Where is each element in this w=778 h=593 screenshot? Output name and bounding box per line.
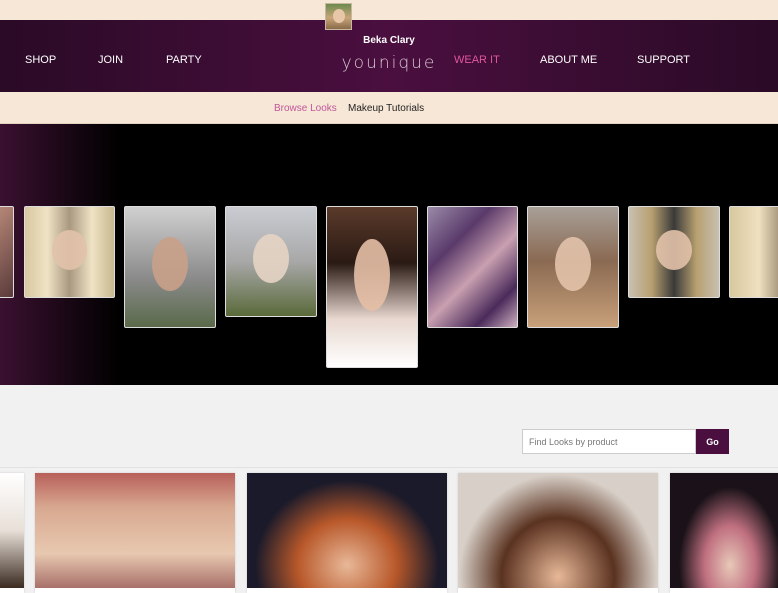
carousel-thumb[interactable] — [225, 206, 317, 317]
look-card[interactable] — [0, 473, 24, 593]
nav-party[interactable]: PARTY — [166, 54, 202, 66]
carousel-thumb[interactable] — [527, 206, 619, 328]
carousel-thumb[interactable] — [628, 206, 720, 298]
nav-join[interactable]: JOIN — [98, 54, 123, 66]
nav-support[interactable]: SUPPORT — [637, 54, 690, 66]
avatar[interactable] — [325, 3, 352, 30]
carousel-thumb[interactable] — [729, 206, 778, 298]
look-card[interactable] — [35, 473, 235, 593]
go-button[interactable]: Go — [696, 429, 729, 454]
find-looks-input[interactable] — [522, 429, 696, 454]
looks-carousel — [0, 124, 778, 385]
nav-about-me[interactable]: ABOUT ME — [540, 54, 597, 66]
subnav-makeup-tutorials[interactable]: Makeup Tutorials — [348, 103, 424, 114]
subnav-browse-looks[interactable]: Browse Looks — [274, 103, 337, 114]
carousel-thumb[interactable] — [24, 206, 115, 298]
nav-wear-it[interactable]: WEAR IT — [454, 54, 500, 66]
look-card[interactable] — [247, 473, 447, 593]
nav-shop[interactable]: SHOP — [25, 54, 56, 66]
look-card[interactable] — [670, 473, 778, 593]
top-band — [0, 0, 778, 20]
looks-grid — [0, 468, 778, 593]
carousel-thumb[interactable] — [326, 206, 418, 368]
carousel-thumb[interactable] — [0, 206, 14, 298]
user-name: Beka Clary — [363, 35, 415, 46]
main-navbar: Beka Clary younique SHOP JOIN PARTY WEAR… — [0, 20, 778, 92]
carousel-thumb[interactable] — [124, 206, 216, 328]
look-card[interactable] — [458, 473, 658, 593]
carousel-thumb[interactable] — [427, 206, 518, 328]
sub-navbar: Browse Looks Makeup Tutorials — [0, 92, 778, 124]
search-bar: Go — [0, 385, 778, 468]
